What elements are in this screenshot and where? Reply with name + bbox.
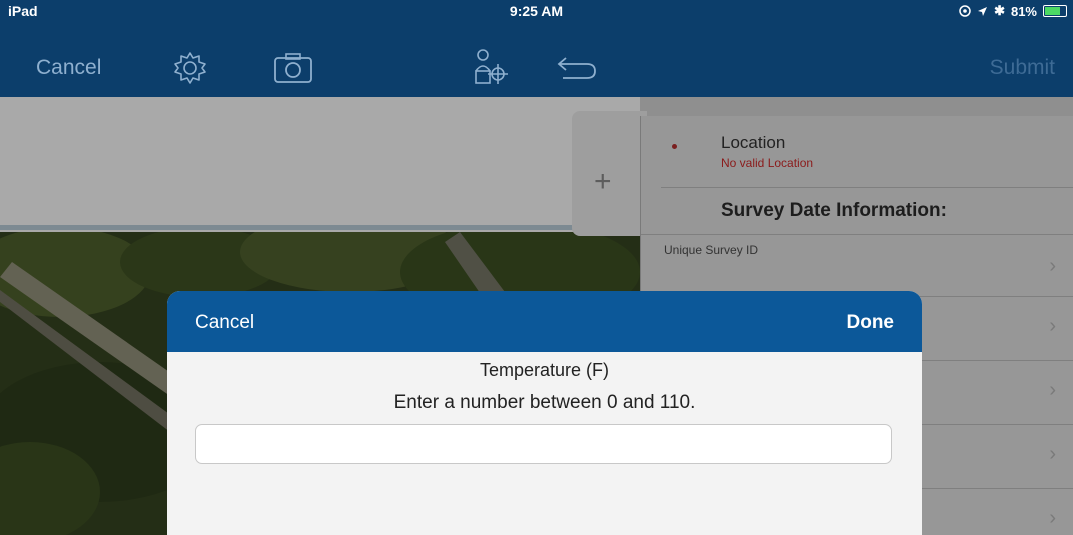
chevron-right-icon: › xyxy=(1049,379,1056,401)
cancel-button[interactable]: Cancel xyxy=(36,56,101,80)
location-label: Location xyxy=(721,133,786,152)
numeric-input-dialog: Cancel Done Temperature (F) Enter a numb… xyxy=(167,291,922,535)
chevron-right-icon: › xyxy=(1049,443,1056,465)
undo-icon[interactable] xyxy=(557,56,597,80)
add-icon[interactable]: + xyxy=(594,165,612,199)
chevron-right-icon: › xyxy=(1049,255,1056,277)
status-icons: ✱ 81% xyxy=(959,3,1067,19)
dialog-done-button[interactable]: Done xyxy=(847,312,895,334)
status-bar: iPad 9:25 AM ✱ 81% xyxy=(0,0,1073,22)
location-arrow-icon xyxy=(978,6,988,16)
dialog-cancel-button[interactable]: Cancel xyxy=(195,312,254,334)
temperature-input[interactable] xyxy=(195,424,892,464)
required-dot-icon xyxy=(672,144,677,149)
add-feature-panel: + xyxy=(572,111,647,236)
section-title: Survey Date Information: xyxy=(721,200,947,221)
submit-button[interactable]: Submit xyxy=(990,56,1055,80)
battery-percent: 81% xyxy=(1010,3,1037,19)
settings-icon[interactable] xyxy=(172,50,208,86)
divider xyxy=(661,187,1073,188)
dialog-hint: Enter a number between 0 and 110. xyxy=(393,392,696,413)
chevron-right-icon: › xyxy=(1049,507,1056,529)
app-toolbar: Cancel Submit xyxy=(0,22,1073,97)
camera-icon[interactable] xyxy=(273,52,313,84)
dialog-title: Temperature (F) xyxy=(479,360,610,380)
orientation-lock-icon xyxy=(959,5,971,17)
dialog-header: Cancel Done xyxy=(167,291,922,352)
divider xyxy=(0,225,640,230)
bluetooth-icon: ✱ xyxy=(994,3,1005,18)
clock: 9:25 AM xyxy=(509,3,564,19)
map-upper-area xyxy=(0,97,640,232)
collect-location-icon[interactable] xyxy=(473,47,511,87)
location-error: No valid Location xyxy=(721,156,814,170)
battery-icon xyxy=(1043,5,1067,17)
row-label: Unique Survey ID xyxy=(664,243,759,257)
form-row[interactable]: Unique Survey ID › xyxy=(641,235,1073,296)
chevron-right-icon: › xyxy=(1049,315,1056,337)
